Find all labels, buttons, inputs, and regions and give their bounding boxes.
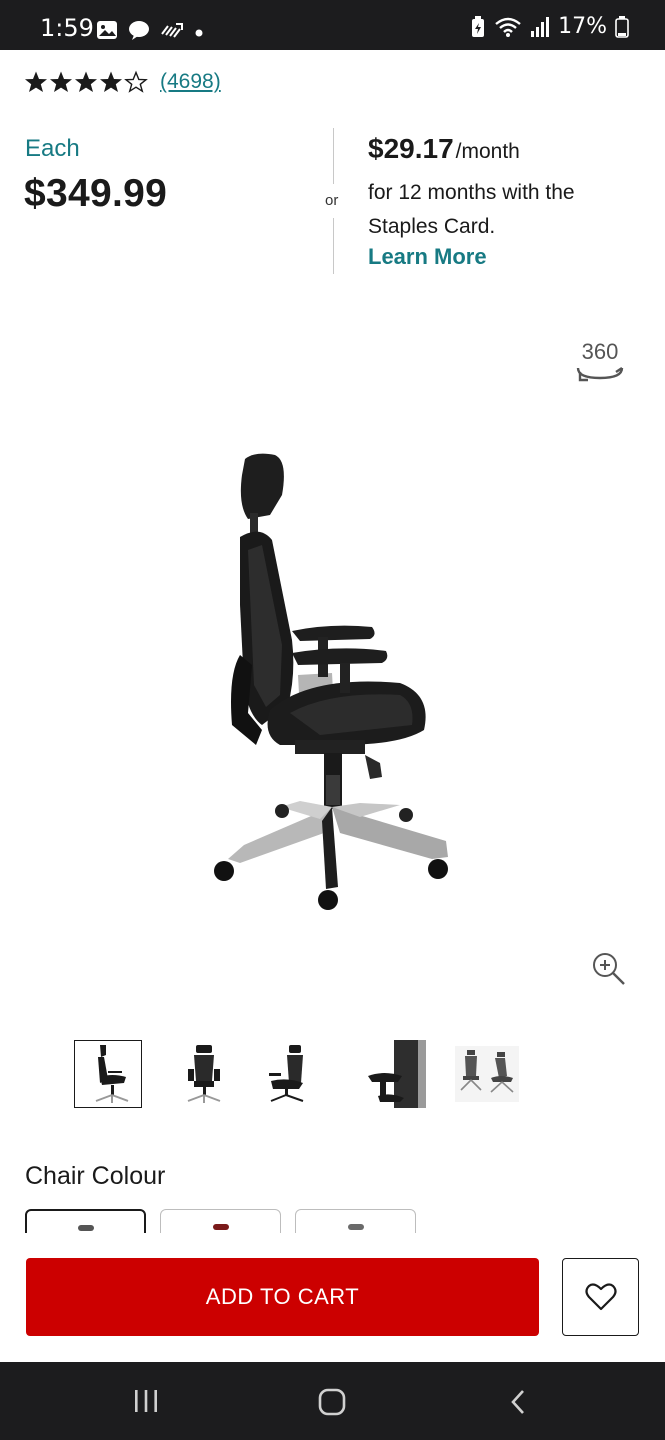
colour-swatch-grey[interactable] [295, 1209, 416, 1233]
colour-swatch-red[interactable] [160, 1209, 281, 1233]
thumbnail-angle-view[interactable] [255, 1040, 323, 1108]
thumbnail-front-view[interactable] [170, 1040, 238, 1108]
wishlist-button[interactable] [562, 1258, 639, 1336]
monthly-amount: $29.17 [368, 133, 454, 164]
signal-icon [531, 16, 550, 37]
system-status: 17% [470, 14, 629, 39]
star-filled-icon [100, 71, 122, 92]
monthly-unit: /month [455, 140, 520, 163]
image-icon [97, 21, 117, 39]
learn-more-link[interactable]: Learn More [368, 244, 487, 270]
finance-text: for 12 months with the Staples Card. [368, 181, 575, 238]
dot-icon [195, 29, 203, 37]
chair-thumbnail-image [455, 1046, 519, 1102]
colour-swatch-group [25, 1209, 416, 1233]
star-filled-icon [25, 71, 47, 92]
price-divider [333, 128, 334, 184]
chair-colour-label: Chair Colour [25, 1162, 166, 1190]
chair-thumbnail-image [368, 1040, 426, 1108]
monthly-price: $29.17 /month [368, 133, 520, 165]
star-rating [24, 70, 148, 94]
thumbnail-armrest-detail[interactable] [361, 1040, 429, 1108]
star-empty-icon [124, 70, 148, 93]
missed-call-icon [161, 23, 183, 38]
rotate-360-icon: 360 [576, 339, 624, 382]
battery-icon [615, 15, 629, 38]
back-icon[interactable] [508, 1388, 528, 1416]
recent-apps-icon[interactable] [133, 1388, 159, 1414]
or-label: or [325, 192, 339, 209]
chair-thumbnail-image [187, 1045, 221, 1103]
thumbnail-side-view[interactable] [74, 1040, 142, 1108]
view-360-label: 360 [582, 339, 619, 364]
status-bar: 1:59 17% [0, 0, 665, 50]
battery-saver-icon [472, 15, 485, 37]
home-icon[interactable] [318, 1388, 346, 1416]
review-count-link[interactable]: (4698) [160, 70, 221, 94]
price-divider [333, 218, 334, 274]
zoom-in-icon [593, 953, 625, 985]
chat-bubble-icon [129, 21, 149, 40]
star-filled-icon [50, 71, 72, 92]
zoom-button[interactable] [590, 950, 628, 988]
add-to-cart-button[interactable]: ADD TO CART [26, 1258, 539, 1336]
chair-thumbnail-image [269, 1045, 304, 1102]
heart-icon [584, 1283, 617, 1311]
each-label: Each [25, 135, 80, 162]
colour-swatch-black[interactable] [25, 1209, 146, 1233]
swatch-chair-preview [212, 1224, 229, 1230]
notification-icons [96, 20, 204, 40]
thumbnail-two-chairs[interactable] [453, 1040, 521, 1108]
system-navigation-bar [0, 1362, 665, 1440]
product-main-image[interactable] [200, 445, 470, 920]
swatch-chair-preview [347, 1224, 364, 1230]
swatch-chair-preview [77, 1225, 94, 1231]
view-360-button[interactable]: 360 [572, 338, 628, 388]
product-rating: (4698) [24, 70, 221, 94]
chair-thumbnail-image [95, 1045, 129, 1103]
status-time: 1:59 [40, 14, 94, 42]
battery-percent: 17% [558, 14, 607, 39]
wifi-icon [495, 17, 521, 37]
product-price: $349.99 [24, 172, 168, 215]
purchase-action-bar: ADD TO CART [0, 1234, 665, 1362]
thumbnail-strip [74, 1040, 521, 1108]
star-filled-icon [75, 71, 97, 92]
